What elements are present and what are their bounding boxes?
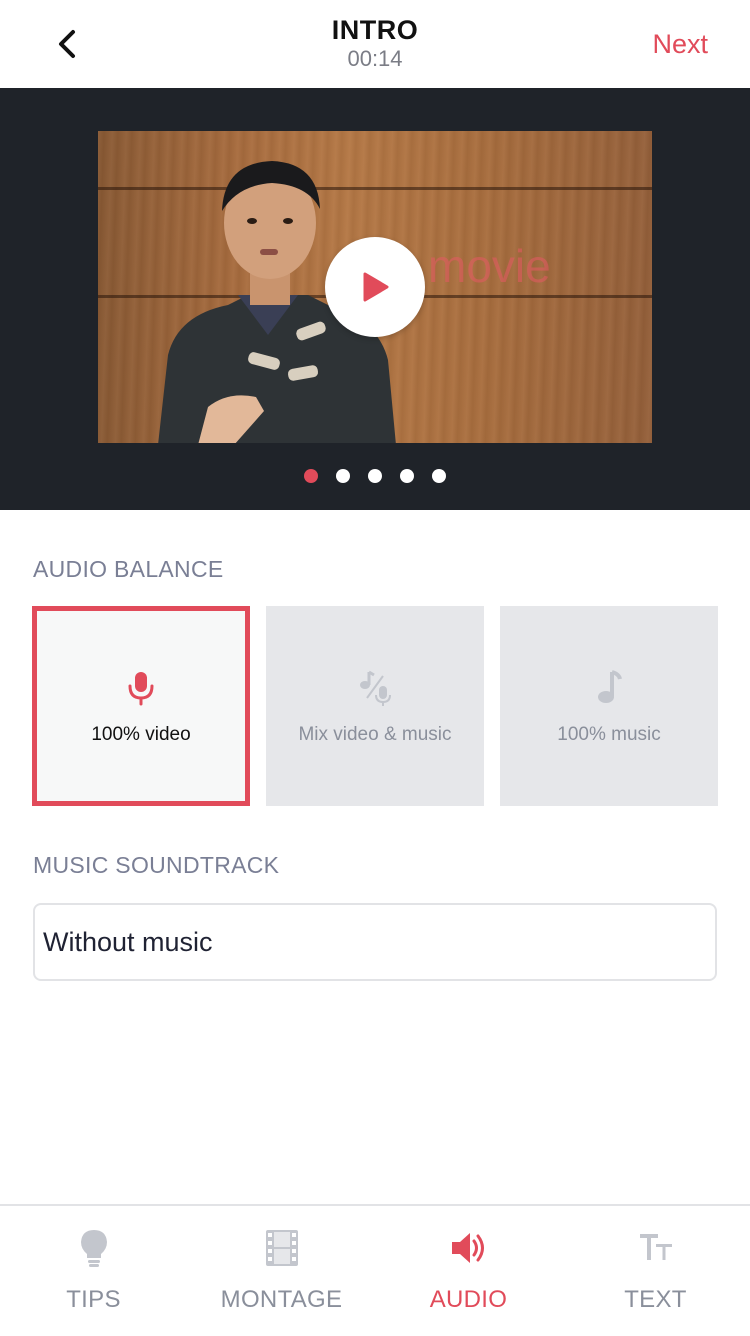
- back-button[interactable]: [46, 22, 90, 66]
- film-strip-icon: [188, 1228, 375, 1268]
- tab-text[interactable]: TEXT: [562, 1206, 749, 1336]
- music-soundtrack-value: Without music: [43, 927, 213, 957]
- page-title: INTRO: [331, 15, 419, 45]
- video-thumbnail[interactable]: movie: [98, 131, 652, 443]
- music-note-icon: [500, 668, 718, 708]
- play-icon: [363, 272, 389, 302]
- brand-watermark: movie: [428, 240, 551, 292]
- balance-option-mix[interactable]: Mix video & music: [266, 606, 484, 806]
- page-dot[interactable]: [432, 469, 446, 483]
- balance-option-label: Mix video & music: [298, 724, 452, 745]
- tab-label: MONTAGE: [220, 1286, 343, 1313]
- microphone-icon: [37, 668, 245, 708]
- tab-tips[interactable]: TIPS: [0, 1206, 187, 1336]
- tab-montage[interactable]: MONTAGE: [188, 1206, 375, 1336]
- speaker-icon: [375, 1228, 562, 1268]
- page-indicator: [0, 469, 750, 487]
- tab-label: AUDIO: [429, 1286, 508, 1313]
- page-dot[interactable]: [336, 469, 350, 483]
- music-soundtrack-select[interactable]: Without music: [33, 903, 717, 981]
- title-block: INTRO 00:14: [0, 14, 750, 72]
- tab-label: TIPS: [66, 1286, 121, 1313]
- text-size-icon: [562, 1228, 749, 1268]
- video-preview-area: movie: [0, 88, 750, 510]
- balance-option-label: 100% video: [91, 724, 191, 745]
- top-nav-bar: INTRO 00:14 Next: [0, 0, 750, 88]
- chevron-left-icon: [59, 30, 75, 58]
- lightbulb-icon: [0, 1228, 187, 1268]
- bottom-tab-bar: TIPS MONTAGE AUDIO TEXT: [0, 1204, 750, 1336]
- tab-audio[interactable]: AUDIO: [375, 1206, 562, 1336]
- balance-option-label: 100% music: [557, 724, 661, 745]
- balance-option-100-video[interactable]: 100% video: [32, 606, 250, 806]
- music-mic-mix-icon: [266, 668, 484, 708]
- page-dot[interactable]: [400, 469, 414, 483]
- next-button[interactable]: Next: [652, 26, 708, 62]
- tab-label: TEXT: [624, 1286, 687, 1313]
- music-soundtrack-heading: MUSIC SOUNDTRACK: [33, 852, 280, 878]
- play-button[interactable]: [325, 237, 425, 337]
- audio-balance-heading: AUDIO BALANCE: [33, 556, 224, 582]
- clip-duration: 00:14: [347, 46, 403, 71]
- page-dot[interactable]: [368, 469, 382, 483]
- page-dot[interactable]: [304, 469, 318, 483]
- balance-option-100-music[interactable]: 100% music: [500, 606, 718, 806]
